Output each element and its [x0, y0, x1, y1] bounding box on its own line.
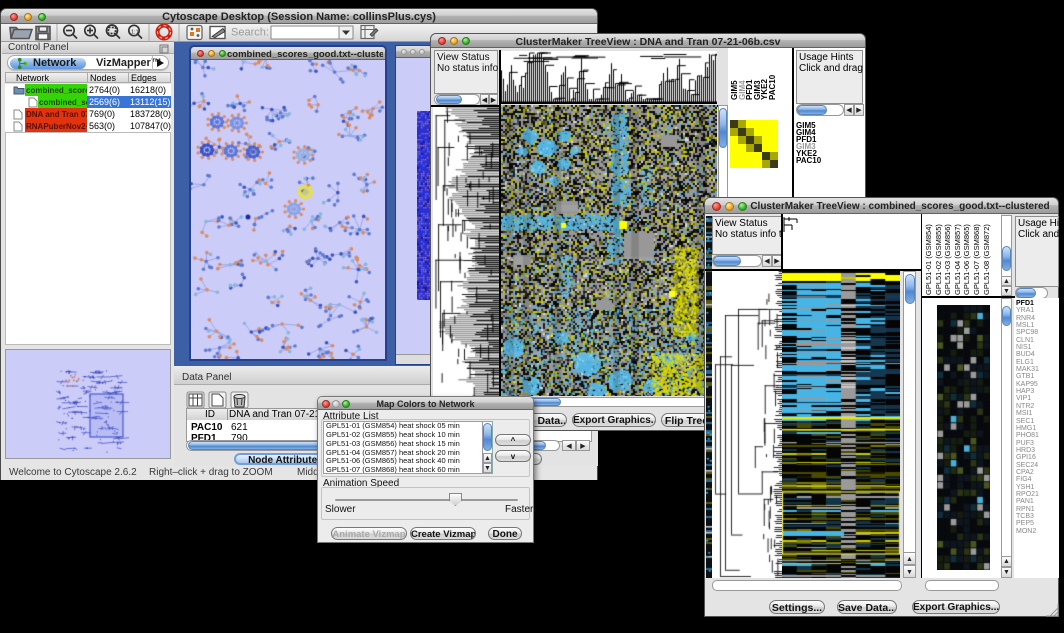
svg-text:1:1: 1:1 — [131, 30, 139, 36]
svg-text:Search:: Search: — [231, 27, 269, 39]
